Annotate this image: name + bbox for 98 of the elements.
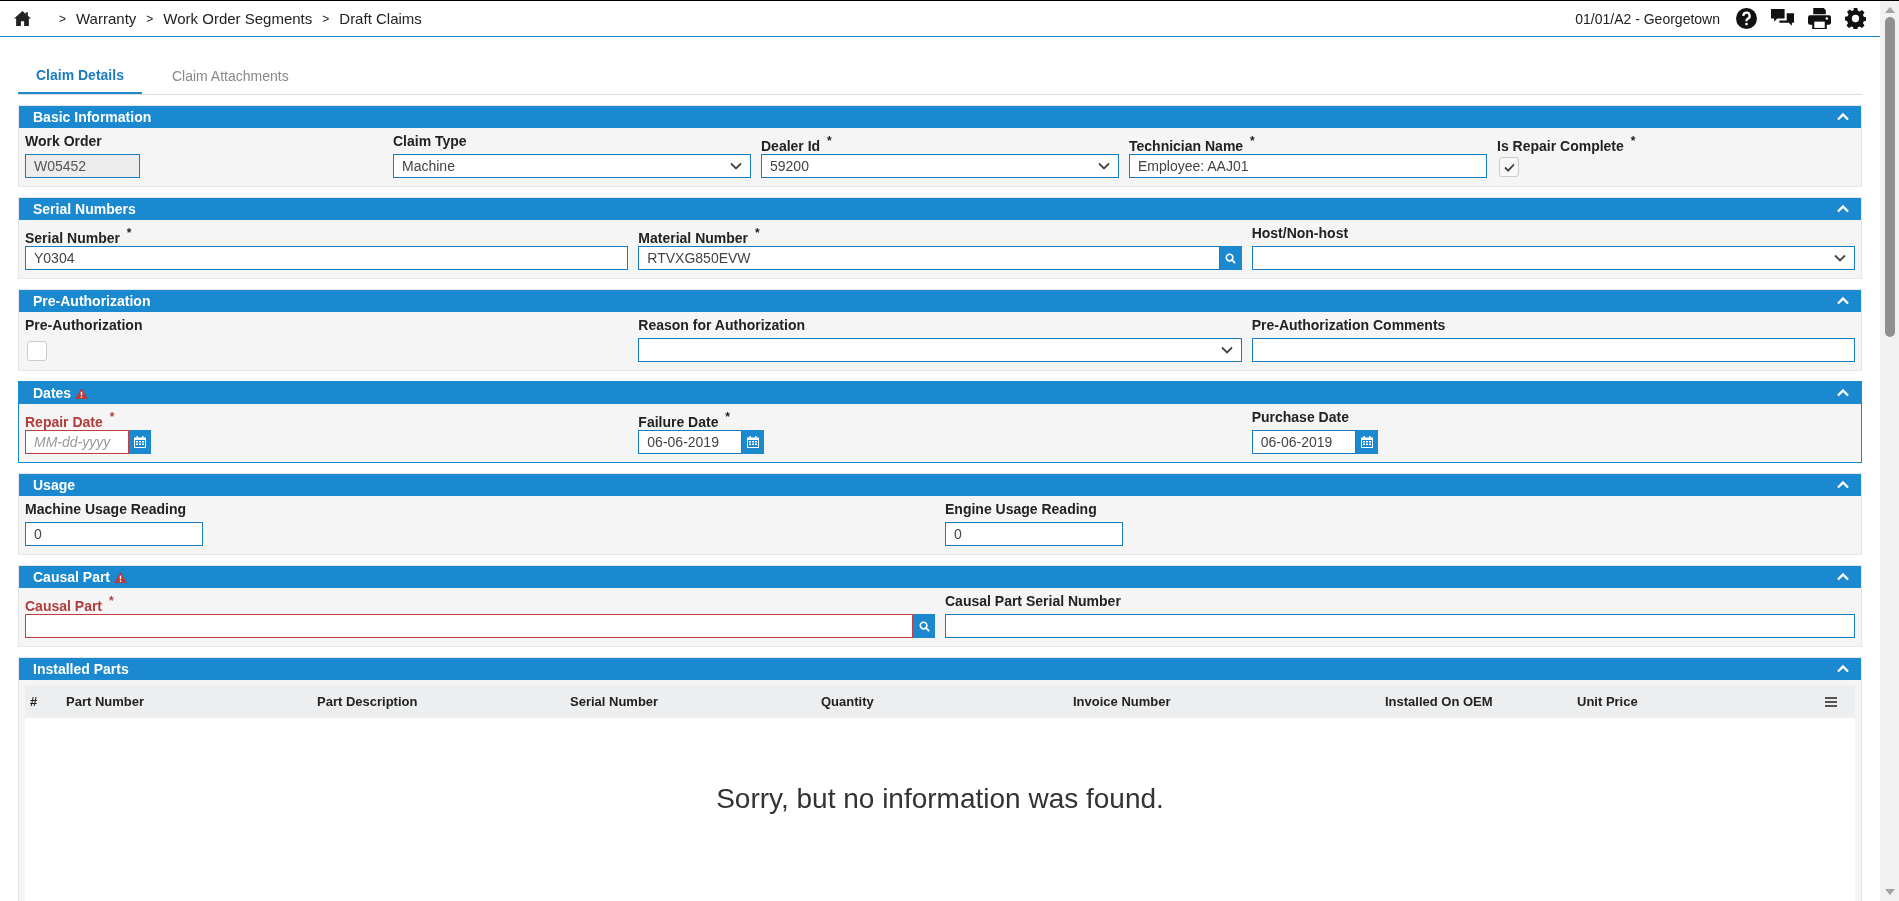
breadcrumb-link[interactable]: Warranty [76, 10, 137, 27]
date-field[interactable]: MM-dd-yyyy [25, 430, 129, 454]
section-title: Dates [33, 385, 72, 401]
field-label: Claim Type [393, 133, 468, 151]
section-title: Basic Information [33, 109, 152, 125]
column-header: Serial Number [570, 694, 660, 709]
breadcrumb-separator: > [59, 11, 66, 26]
chevron-up-icon[interactable] [1837, 665, 1849, 673]
chevron-up-icon[interactable] [1837, 481, 1849, 489]
input-field[interactable]: W05452 [25, 154, 140, 178]
field-label: Pre-Authorization Comments [1251, 317, 1447, 335]
section-header[interactable]: Basic Information [19, 106, 1861, 128]
input-field[interactable] [945, 614, 1855, 638]
checkbox[interactable] [27, 341, 47, 361]
caret-icon [730, 162, 742, 170]
column-header: # [30, 694, 39, 709]
empty-message: Sorry, but no information was found. [716, 783, 1164, 816]
field-label: Technician Name $^{*}$ [1129, 133, 1256, 152]
print-icon[interactable] [1808, 8, 1831, 29]
column-header: Installed On OEM [1385, 694, 1494, 709]
column-header: Part Description [317, 694, 419, 709]
section-title: Installed Parts [33, 661, 129, 677]
field-label: Serial Number $^{*}$ [25, 225, 133, 244]
input-field[interactable] [1251, 338, 1855, 362]
tab[interactable]: Claim Attachments [153, 57, 307, 94]
field-label: Pre-Authorization [25, 317, 144, 335]
column-header: Unit Price [1577, 694, 1639, 709]
breadcrumb-link[interactable]: Draft Claims [339, 10, 422, 27]
warning-icon [75, 387, 89, 399]
field-label: Causal Part Serial Number [945, 593, 1122, 611]
calendar-button[interactable] [1355, 430, 1378, 454]
caret-icon [1834, 254, 1846, 262]
input-field[interactable]: Y0304 [25, 246, 629, 270]
section-header[interactable]: Dates [19, 382, 1861, 404]
tab[interactable]: Claim Details [18, 57, 142, 94]
date-field[interactable]: 06-06-2019 [638, 430, 743, 454]
caret-icon [1098, 162, 1110, 170]
calendar-icon [1360, 436, 1373, 448]
section-title: Usage [33, 477, 76, 493]
breadcrumb-separator: > [146, 11, 154, 26]
chevron-up-icon[interactable] [1837, 297, 1849, 305]
section-header[interactable]: Causal Part [19, 566, 1861, 588]
field-label: Dealer Id $^{*}$ [761, 133, 833, 152]
field-label: Material Number $^{*}$ [638, 225, 761, 244]
calendar-icon [747, 436, 760, 448]
section-title: Pre-Authorization [33, 293, 151, 309]
field-label: Failure Date $^{*}$ [638, 409, 732, 428]
field-label: Host/Non-host [1251, 225, 1350, 243]
input-field[interactable]: RTVXG850EVW [638, 246, 1220, 270]
chevron-up-icon[interactable] [1837, 389, 1849, 397]
section-title: Serial Numbers [33, 201, 136, 217]
input-field[interactable] [25, 614, 913, 638]
location-label: 01/01/A2 - Georgetown [1575, 10, 1720, 27]
section-header[interactable]: Serial Numbers [19, 198, 1861, 220]
search-button[interactable] [913, 614, 935, 638]
column-header: Part Number [66, 694, 146, 709]
search-icon [1225, 252, 1237, 264]
breadcrumb-separator: > [322, 11, 330, 26]
input-field[interactable]: 0 [25, 522, 203, 546]
input-field[interactable]: Employee: AAJ01 [1129, 154, 1487, 178]
chevron-up-icon[interactable] [1837, 205, 1849, 213]
menu-icon[interactable] [1825, 696, 1837, 707]
date-field[interactable]: 06-06-2019 [1251, 430, 1356, 454]
scrollbar[interactable] [1880, 1, 1899, 901]
breadcrumb-link[interactable]: Work Order Segments [163, 10, 313, 27]
section-header[interactable]: Usage [19, 474, 1861, 496]
section-header[interactable]: Installed Parts [19, 658, 1861, 680]
field-label: Is Repair Complete $^{*}$ [1497, 133, 1637, 152]
checkmark-icon [1503, 162, 1515, 172]
caret-icon [1220, 346, 1233, 354]
settings-icon[interactable] [1845, 8, 1866, 29]
warning-icon [114, 571, 128, 583]
checkbox[interactable] [1499, 157, 1519, 177]
field-label: Work Order [25, 133, 103, 151]
column-header: Quantity [821, 694, 875, 709]
chevron-up-icon[interactable] [1837, 573, 1849, 581]
help-icon[interactable] [1736, 8, 1757, 29]
dropdown[interactable]: 59200 [761, 154, 1119, 178]
field-label: Causal Part $^{*}$ [25, 593, 115, 612]
field-label: Repair Date $^{*}$ [25, 409, 116, 428]
dropdown[interactable] [1251, 246, 1855, 270]
search-button[interactable] [1219, 246, 1242, 270]
field-label: Machine Usage Reading [25, 501, 188, 519]
home-icon[interactable] [14, 11, 31, 26]
calendar-button[interactable] [129, 430, 151, 454]
field-label: Purchase Date [1251, 409, 1350, 427]
input-field[interactable]: 0 [945, 522, 1123, 546]
field-label: Engine Usage Reading [945, 501, 1098, 519]
chevron-up-icon[interactable] [1837, 113, 1849, 121]
dropdown[interactable] [638, 338, 1242, 362]
search-icon [918, 620, 930, 632]
calendar-icon [134, 436, 146, 448]
section-header[interactable]: Pre-Authorization [19, 290, 1861, 312]
column-header: Invoice Number [1073, 694, 1172, 709]
calendar-button[interactable] [742, 430, 765, 454]
field-label: Reason for Authorization [638, 317, 807, 335]
section-title: Causal Part [33, 569, 111, 585]
dropdown[interactable]: Machine [393, 154, 751, 178]
